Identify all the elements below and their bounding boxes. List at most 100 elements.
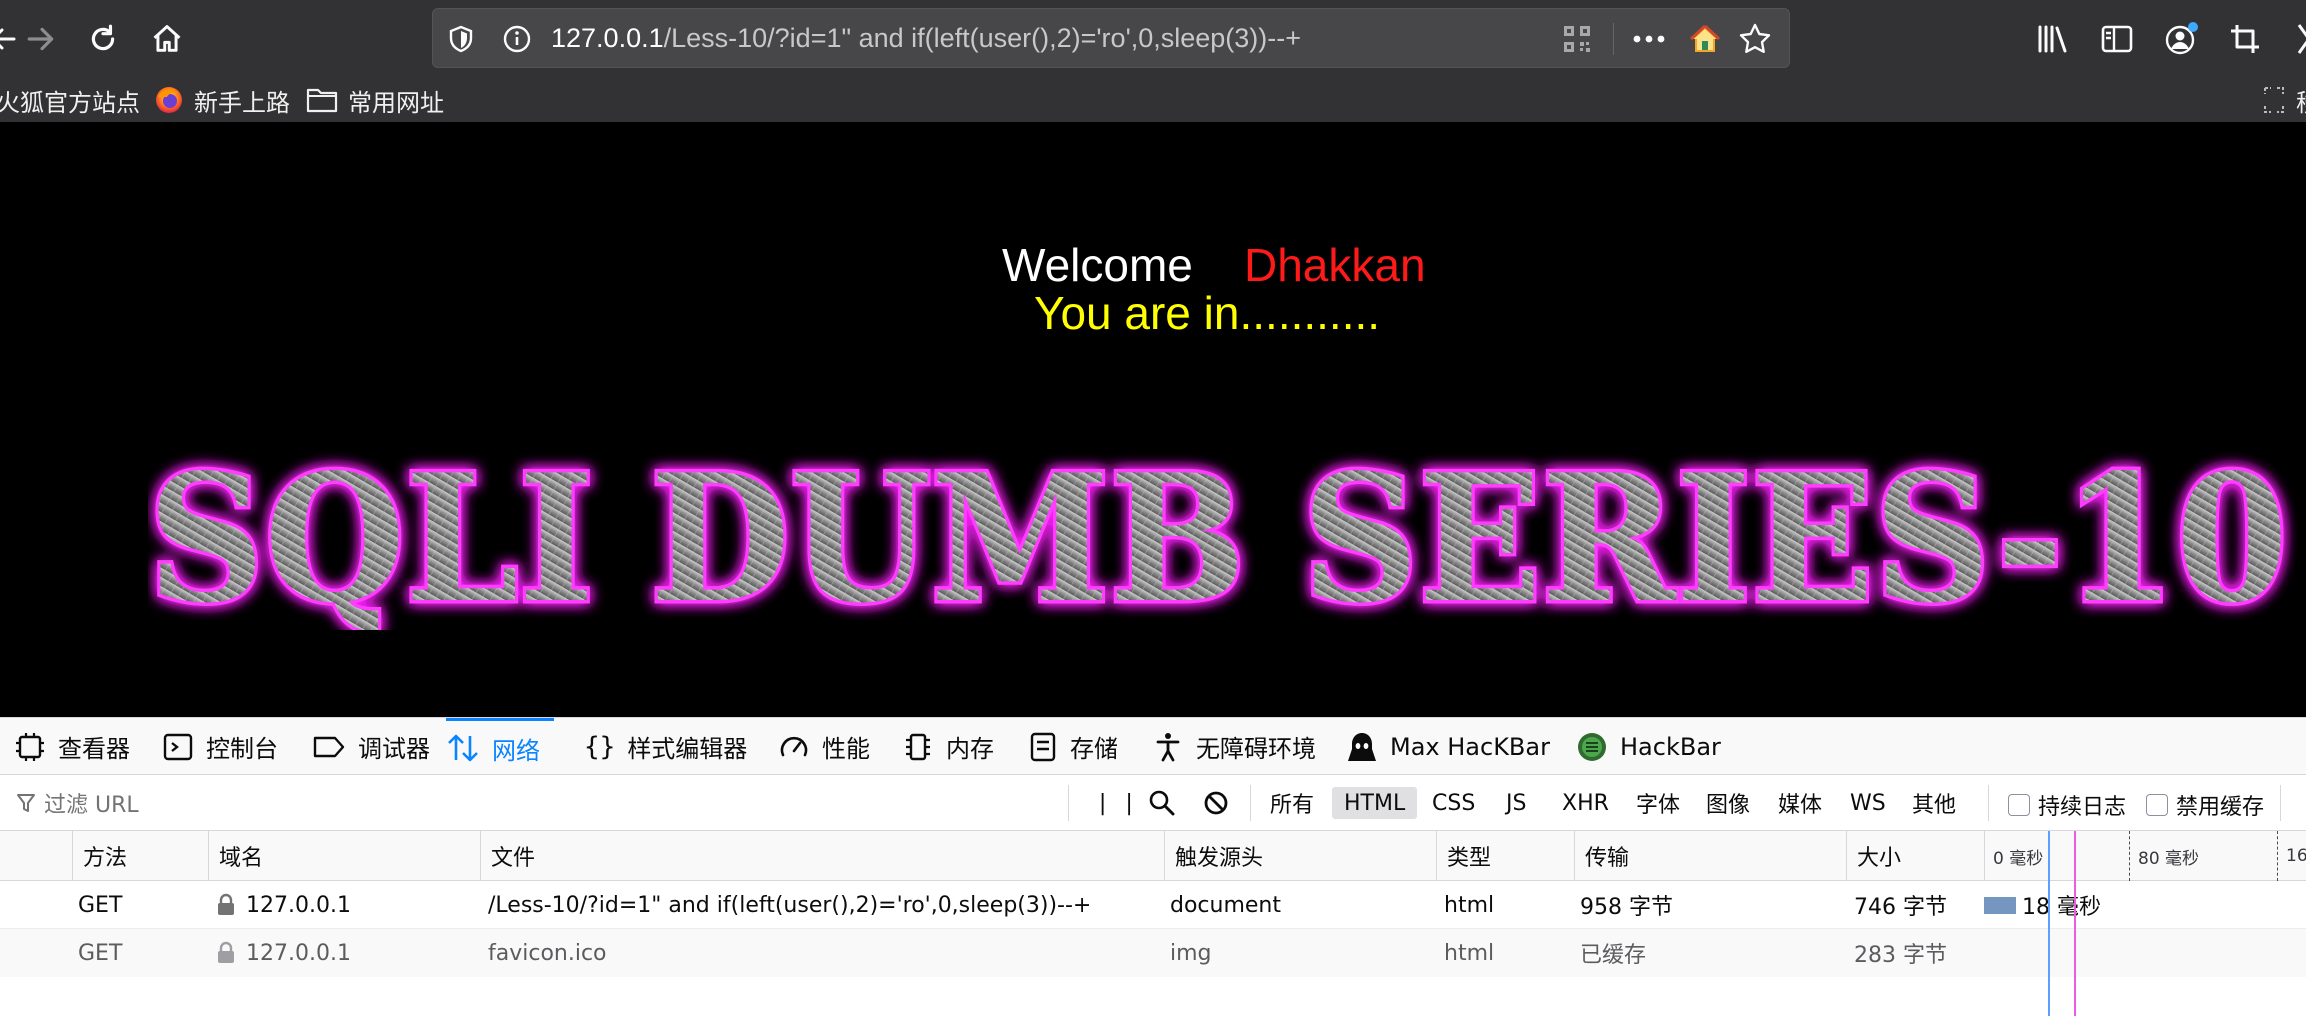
bookmark-firefox-official[interactable]: 火狐官方站点 bbox=[0, 84, 140, 117]
col-size[interactable]: 大小 bbox=[1846, 831, 1984, 881]
filter-other[interactable]: 其他 bbox=[1900, 787, 1968, 819]
library-icon[interactable] bbox=[2028, 14, 2078, 64]
load-event-marker bbox=[2074, 831, 2076, 1016]
row-size: 746 字节 bbox=[1854, 895, 1947, 920]
network-request-list: GET 127.0.0.1 /Less-10/?id=1" and if(lef… bbox=[0, 881, 2306, 1016]
table-row[interactable]: GET 127.0.0.1 favicon.ico img html 已缓存 2… bbox=[0, 929, 2306, 977]
col-waterfall[interactable]: 0 毫秒 80 毫秒 16 bbox=[1984, 831, 2306, 881]
search-button[interactable] bbox=[1136, 787, 1188, 819]
lock-icon bbox=[218, 941, 234, 963]
col-status[interactable] bbox=[0, 831, 72, 881]
url-bar[interactable]: 127.0.0.1/Less-10/?id=1" and if(left(use… bbox=[432, 8, 1790, 68]
filter-icon bbox=[17, 794, 35, 812]
row-type: html bbox=[1444, 940, 1495, 966]
network-table-header: 方法 域名 文件 触发源头 类型 传输 大小 0 毫秒 80 毫秒 16 bbox=[0, 831, 2306, 881]
storage-icon bbox=[1030, 732, 1056, 761]
inspector-icon bbox=[16, 732, 44, 761]
table-row[interactable]: GET 127.0.0.1 /Less-10/?id=1" and if(lef… bbox=[0, 881, 2306, 929]
col-file[interactable]: 文件 bbox=[480, 831, 1164, 881]
tab-debugger[interactable]: 调试器 bbox=[312, 718, 430, 775]
filter-css[interactable]: CSS bbox=[1420, 787, 1487, 819]
forward-icon[interactable] bbox=[16, 14, 66, 64]
user-name: Dhakkan bbox=[1244, 239, 1426, 291]
tab-network[interactable]: 网络 bbox=[446, 718, 554, 775]
tab-style-editor[interactable]: {} 样式编辑器 bbox=[584, 718, 747, 775]
banner-title: SQLI DUMB SERIES-10 bbox=[148, 440, 2288, 630]
filter-all[interactable]: 所有 bbox=[1258, 787, 1326, 819]
clear-button[interactable] bbox=[1190, 787, 1242, 819]
filter-images[interactable]: 图像 bbox=[1694, 787, 1762, 819]
col-transferred[interactable]: 传输 bbox=[1574, 831, 1846, 881]
waterfall-bar bbox=[1984, 897, 2016, 914]
block-icon bbox=[1204, 791, 1228, 815]
row-size: 283 字节 bbox=[1854, 943, 1947, 968]
qr-code-icon[interactable] bbox=[1557, 19, 1597, 59]
col-type[interactable]: 类型 bbox=[1436, 831, 1574, 881]
shield-icon[interactable] bbox=[441, 19, 481, 59]
console-icon bbox=[163, 733, 193, 760]
screenshot-crop-icon[interactable] bbox=[2220, 14, 2270, 64]
row-transferred: 已缓存 bbox=[1580, 943, 1647, 968]
col-domain[interactable]: 域名 bbox=[208, 831, 480, 881]
hackbar-logo-icon bbox=[1578, 732, 1606, 761]
other-bookmarks-button[interactable]: 移 bbox=[2262, 84, 2306, 117]
memory-chip-icon bbox=[906, 733, 930, 760]
tab-hackbar[interactable]: HackBar bbox=[1576, 718, 1721, 775]
filter-html[interactable]: HTML bbox=[1332, 787, 1418, 819]
network-filter-bar: 过滤 URL | | 所有 HTML CSS JS XHR 字体 图像 媒体 W… bbox=[0, 775, 2306, 831]
disable-cache-checkbox[interactable]: 禁用缓存 bbox=[2146, 789, 2264, 821]
home-icon[interactable] bbox=[142, 14, 192, 64]
info-icon[interactable] bbox=[497, 19, 537, 59]
more-icon[interactable] bbox=[1629, 19, 1669, 59]
account-icon[interactable] bbox=[2156, 14, 2206, 64]
tab-max-hackbar[interactable]: Max HacKBar bbox=[1346, 718, 1550, 775]
row-timing: 18 毫秒 bbox=[2022, 895, 2101, 920]
row-method: GET bbox=[78, 940, 123, 966]
braces-icon: {} bbox=[584, 731, 616, 762]
row-file: favicon.ico bbox=[488, 940, 607, 966]
tab-storage[interactable]: 存储 bbox=[1028, 718, 1118, 775]
home-page-icon[interactable] bbox=[1685, 19, 1725, 59]
browser-toolbar: 127.0.0.1/Less-10/?id=1" and if(left(use… bbox=[0, 0, 2306, 78]
filter-js[interactable]: JS bbox=[1494, 787, 1538, 819]
filter-url-input[interactable]: 过滤 URL bbox=[16, 787, 139, 819]
devtools-toolbar: 查看器 控制台 调试器 网络 {} 样式编辑器 性能 内存 存储 无障碍环境 M… bbox=[0, 717, 2306, 775]
waterfall-tick-0: 0 毫秒 bbox=[1993, 848, 2044, 869]
other-bookmarks-icon bbox=[2264, 87, 2284, 113]
bookmarks-toolbar: 火狐官方站点 新手上路 常用网址 移 bbox=[0, 78, 2306, 122]
row-method: GET bbox=[78, 892, 123, 918]
dom-content-loaded-marker bbox=[2048, 831, 2050, 1016]
tab-inspector[interactable]: 查看器 bbox=[14, 718, 130, 775]
bookmark-star-icon[interactable] bbox=[1735, 19, 1775, 59]
reload-icon[interactable] bbox=[78, 14, 128, 64]
lock-icon bbox=[218, 893, 234, 915]
persist-logs-checkbox[interactable]: 持续日志 bbox=[2008, 789, 2126, 821]
debugger-icon bbox=[313, 736, 345, 757]
accessibility-icon bbox=[1156, 732, 1180, 761]
row-domain: 127.0.0.1 bbox=[216, 929, 351, 977]
url-text[interactable]: 127.0.0.1/Less-10/?id=1" and if(left(use… bbox=[551, 23, 1301, 54]
sqli-banner-image: SQLI DUMB SERIES-10 bbox=[148, 440, 2292, 630]
row-file: /Less-10/?id=1" and if(left(user(),2)='r… bbox=[488, 892, 1092, 918]
gauge-icon bbox=[780, 736, 808, 756]
overflow-edge-icon[interactable] bbox=[2278, 14, 2306, 64]
row-type: html bbox=[1444, 892, 1495, 918]
col-cause[interactable]: 触发源头 bbox=[1164, 831, 1436, 881]
tab-performance[interactable]: 性能 bbox=[778, 718, 870, 775]
filter-ws[interactable]: WS bbox=[1838, 787, 1898, 819]
row-cause: img bbox=[1170, 940, 1212, 966]
filter-fonts[interactable]: 字体 bbox=[1624, 787, 1692, 819]
tab-accessibility[interactable]: 无障碍环境 bbox=[1152, 718, 1316, 775]
search-icon bbox=[1149, 790, 1175, 816]
page-content: Welcome Dhakkan You are in........... SQ… bbox=[0, 122, 2306, 717]
filter-xhr[interactable]: XHR bbox=[1550, 787, 1621, 819]
status-message: You are in........... bbox=[1034, 287, 1381, 339]
tab-memory[interactable]: 内存 bbox=[902, 718, 994, 775]
sidebar-icon[interactable] bbox=[2092, 14, 2142, 64]
filter-media[interactable]: 媒体 bbox=[1766, 787, 1834, 819]
bookmark-getting-started[interactable]: 新手上路 bbox=[154, 84, 290, 117]
bookmark-folder-common-sites[interactable]: 常用网址 bbox=[306, 84, 444, 117]
col-method[interactable]: 方法 bbox=[72, 831, 208, 881]
tab-console[interactable]: 控制台 bbox=[162, 718, 278, 775]
network-icon bbox=[448, 734, 478, 762]
